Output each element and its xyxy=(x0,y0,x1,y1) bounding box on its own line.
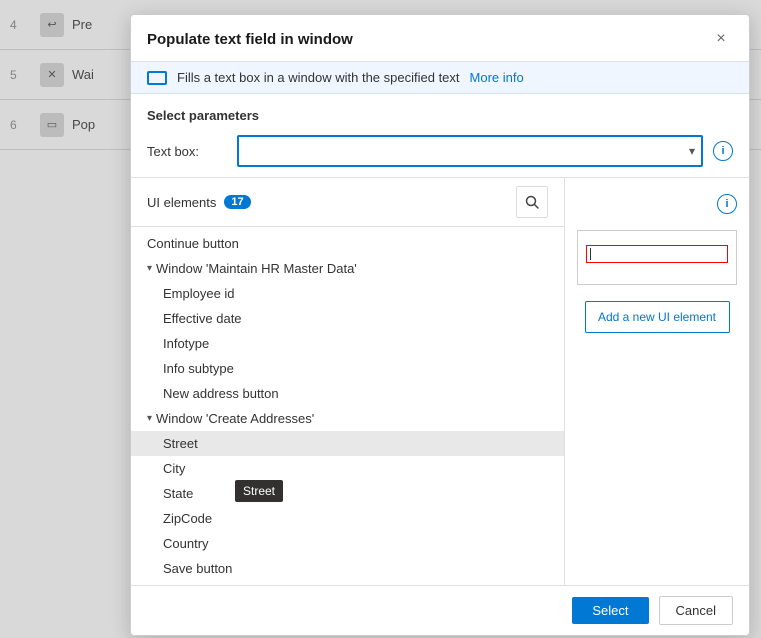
tree-item-employee-id[interactable]: Employee id xyxy=(131,281,564,306)
tree-item-label: ZipCode xyxy=(163,511,212,526)
tree-item-country[interactable]: Country xyxy=(131,531,564,556)
tree-item-new-address-button[interactable]: New address button xyxy=(131,381,564,406)
modal-footer: Select Cancel xyxy=(131,585,749,635)
cancel-button[interactable]: Cancel xyxy=(659,596,733,625)
tree-group-label: Window 'Create Addresses' xyxy=(156,411,314,426)
modal-dialog: Populate text field in window × Fills a … xyxy=(130,14,750,636)
cursor-indicator xyxy=(590,248,591,260)
tree-item-label: State xyxy=(163,486,193,501)
params-title: Select parameters xyxy=(147,108,733,123)
tree-group-label: Window 'Maintain HR Master Data' xyxy=(156,261,357,276)
tree-item-street[interactable]: Street xyxy=(131,431,564,456)
textbox-info-button[interactable]: i xyxy=(713,141,733,161)
ui-elements-badge: 17 xyxy=(224,195,250,209)
textbox-select[interactable] xyxy=(237,135,703,167)
info-banner: Fills a text box in a window with the sp… xyxy=(131,62,749,94)
tree-item-continue-button[interactable]: Continue button xyxy=(131,231,564,256)
tree-item-label: Street xyxy=(163,436,198,451)
tree-item-info-subtype[interactable]: Info subtype xyxy=(131,356,564,381)
right-panel: i Add a new UI element xyxy=(565,178,749,585)
chevron-icon: ▾ xyxy=(147,413,152,424)
params-section: Select parameters Text box: ▾ i xyxy=(131,94,749,177)
info-text: Fills a text box in a window with the sp… xyxy=(177,70,460,85)
modal-header: Populate text field in window × xyxy=(131,15,749,62)
window-icon xyxy=(147,71,167,85)
chevron-icon: ▾ xyxy=(147,263,152,274)
ui-elements-header: UI elements 17 xyxy=(131,178,564,227)
tree-item-label: New address button xyxy=(163,386,279,401)
tree-item-label: Employee id xyxy=(163,286,235,301)
textbox-label: Text box: xyxy=(147,144,227,159)
tree-item-label: Country xyxy=(163,536,209,551)
tree-item-label: Info subtype xyxy=(163,361,234,376)
modal-title: Populate text field in window xyxy=(147,31,353,48)
tree-item-infotype[interactable]: Infotype xyxy=(131,331,564,356)
tree-group-create-addresses[interactable]: ▾ Window 'Create Addresses' xyxy=(131,406,564,431)
main-content: UI elements 17 Continue button ▾ Window … xyxy=(131,177,749,585)
tree-item-zipcode[interactable]: ZipCode xyxy=(131,506,564,531)
textbox-input-wrap: ▾ xyxy=(237,135,703,167)
left-panel: UI elements 17 Continue button ▾ Window … xyxy=(131,178,565,585)
right-info-button[interactable]: i xyxy=(717,194,737,214)
tree-item-effective-date[interactable]: Effective date xyxy=(131,306,564,331)
tree-group-maintain-hr[interactable]: ▾ Window 'Maintain HR Master Data' xyxy=(131,256,564,281)
tree-item-save-button[interactable]: Save button xyxy=(131,556,564,581)
tree-item-label: Infotype xyxy=(163,336,209,351)
close-button[interactable]: × xyxy=(709,27,733,51)
tree-item-state[interactable]: State xyxy=(131,481,564,506)
tree-item-label: Effective date xyxy=(163,311,242,326)
tree-item-label: City xyxy=(163,461,185,476)
ui-elements-label: UI elements xyxy=(147,195,216,210)
select-button[interactable]: Select xyxy=(572,597,648,624)
textbox-param-row: Text box: ▾ i xyxy=(147,135,733,167)
tree-item-label: Save button xyxy=(163,561,232,576)
preview-input xyxy=(586,245,728,263)
tree-list: Continue button ▾ Window 'Maintain HR Ma… xyxy=(131,227,564,585)
add-ui-element-button[interactable]: Add a new UI element xyxy=(585,301,730,333)
tree-item-label: Continue button xyxy=(147,236,239,251)
more-info-link[interactable]: More info xyxy=(470,70,524,85)
tree-item-city[interactable]: City xyxy=(131,456,564,481)
preview-box xyxy=(577,230,737,285)
search-button[interactable] xyxy=(516,186,548,218)
